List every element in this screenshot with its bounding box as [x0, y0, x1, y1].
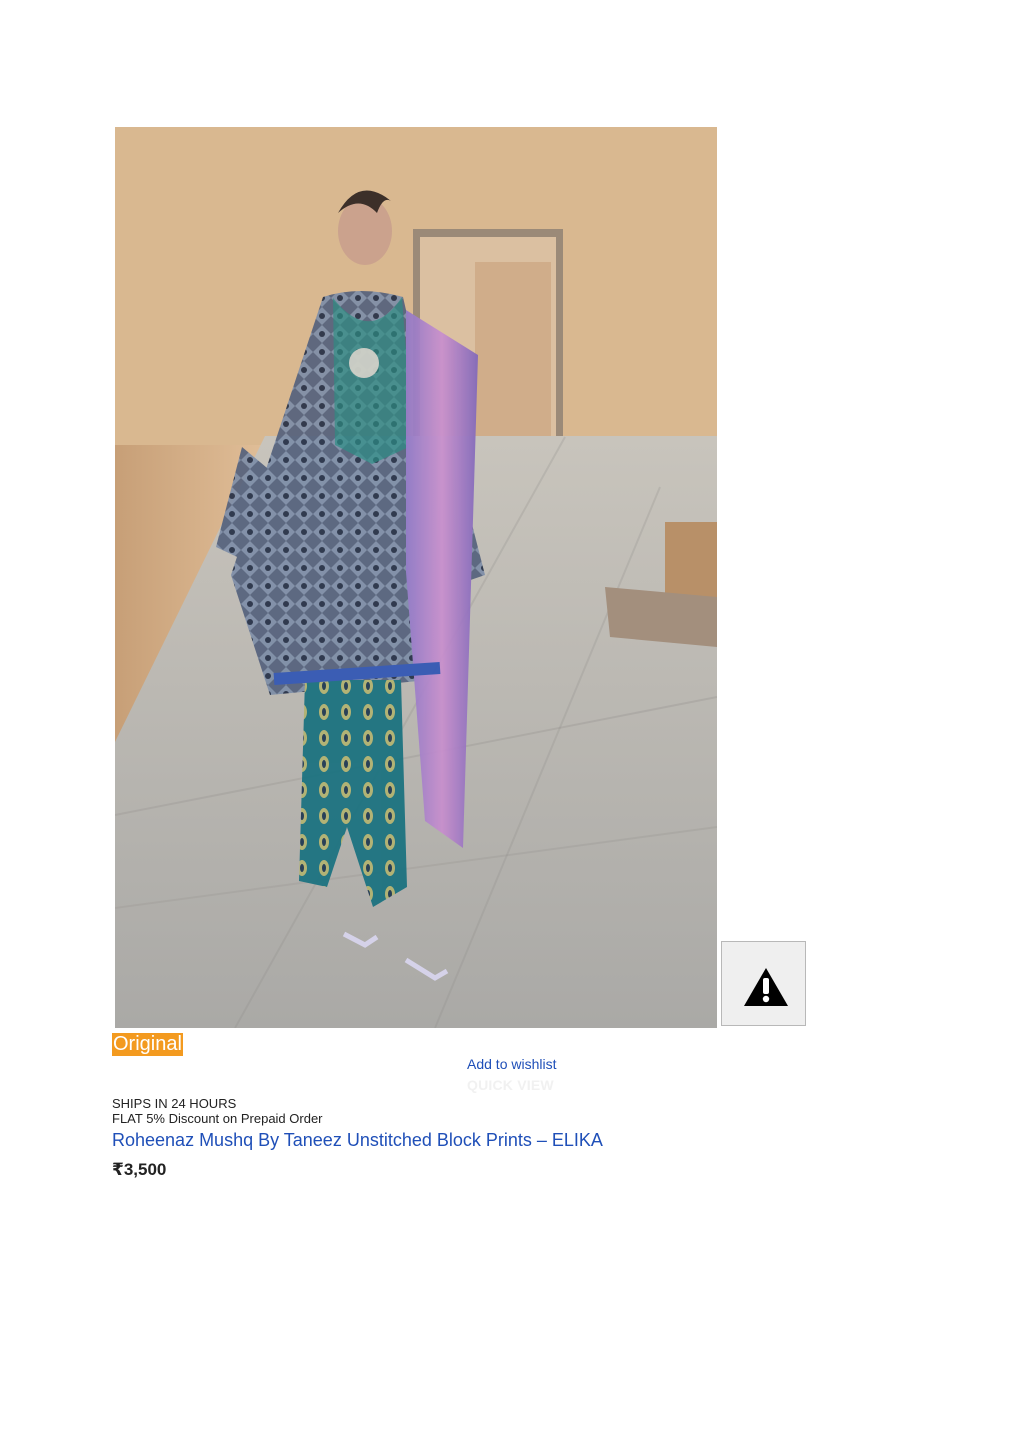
quick-view-button[interactable]: QUICK VIEW — [467, 1077, 554, 1094]
product-title-link[interactable]: Roheenaz Mushq By Taneez Unstitched Bloc… — [112, 1129, 603, 1151]
product-photo — [115, 127, 717, 1028]
shipping-note: SHIPS IN 24 HOURS — [112, 1096, 237, 1111]
broken-image-placeholder — [721, 941, 806, 1026]
original-badge: Original — [112, 1033, 183, 1056]
product-card: Original Add to wishlist QUICK VIEW SHIP… — [0, 0, 1024, 1446]
product-price: ₹3,500 — [112, 1160, 167, 1179]
product-image[interactable] — [115, 127, 717, 1028]
add-to-wishlist-link[interactable]: Add to wishlist — [467, 1056, 556, 1073]
discount-note: FLAT 5% Discount on Prepaid Order — [112, 1111, 323, 1126]
warning-icon — [744, 968, 788, 1006]
